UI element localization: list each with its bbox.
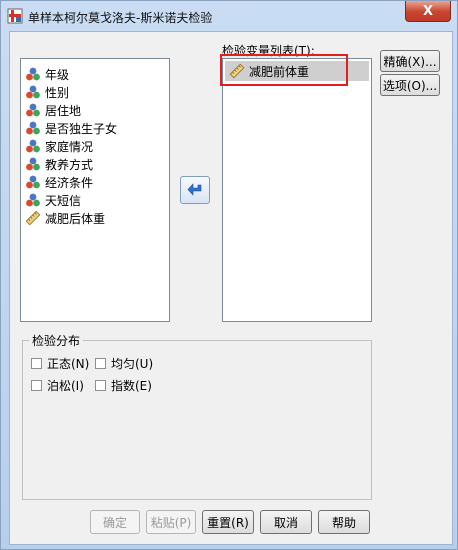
help-button[interactable]: 帮助 [318,510,370,534]
options-button-label: 选项(O)... [382,78,438,93]
list-item-label: 是否独生子女 [45,121,118,136]
close-icon: X [422,3,434,19]
list-item-label: 教养方式 [45,157,94,172]
nominal-variable-icon [26,175,40,189]
list-item[interactable]: 性别 [25,83,69,101]
checkbox-label: 正态(N) [47,357,90,371]
source-variable-list[interactable]: 年级 性别 居住地 是否独生子女 家庭情况 教养方式 经济条件 天短信 减肥后体… [20,58,170,322]
list-item-label: 天短信 [45,193,82,208]
spss-app-icon [7,8,23,24]
group-title: 检验分布 [29,332,84,349]
checkbox-label: 指数(E) [111,379,152,393]
nominal-variable-icon [26,67,40,81]
list-item-label: 家庭情况 [45,139,94,154]
checkbox-box [95,358,106,369]
nominal-variable-icon [26,121,40,135]
list-item[interactable]: 天短信 [25,191,81,209]
nominal-variable-icon [26,139,40,153]
list-item-label: 性别 [45,85,70,100]
list-item[interactable]: 是否独生子女 [25,119,117,137]
uniform-checkbox[interactable]: 均匀(U) [95,355,153,372]
paste-button-label: 粘贴(P) [150,515,192,530]
help-button-label: 帮助 [331,515,356,530]
nominal-variable-icon [26,157,40,171]
list-item-label: 年级 [45,67,70,82]
nominal-variable-icon [26,193,40,207]
scale-variable-icon [25,210,41,226]
options-button[interactable]: 选项(O)... [380,74,440,96]
checkbox-box [31,358,42,369]
paste-button[interactable]: 粘贴(P) [146,510,196,534]
ok-button-label: 确定 [102,515,127,530]
checkbox-box [95,380,106,391]
checkbox-label: 均匀(U) [111,357,154,371]
list-item[interactable]: 教养方式 [25,155,93,173]
list-item[interactable]: 家庭情况 [25,137,93,155]
poisson-checkbox[interactable]: 泊松(I) [31,377,84,394]
checkbox-box [31,380,42,391]
cancel-button[interactable]: 取消 [260,510,312,534]
title-bar: 单样本柯尔莫戈洛夫-斯米诺夫检验 X [1,1,457,31]
exponential-checkbox[interactable]: 指数(E) [95,377,152,394]
reset-button[interactable]: 重置(R) [202,510,254,534]
move-variable-button[interactable] [180,176,210,204]
highlight-box [220,54,348,86]
test-distribution-group: 检验分布 正态(N) 均匀(U) 泊松(I) 指数(E) [22,332,372,500]
list-item[interactable]: 减肥后体重 [25,209,105,227]
list-item[interactable]: 经济条件 [25,173,93,191]
nominal-variable-icon [26,85,40,99]
exact-button-label: 精确(X)... [383,54,437,69]
ok-button[interactable]: 确定 [90,510,140,534]
test-variable-list[interactable]: 减肥前体重 [222,58,372,322]
normal-checkbox[interactable]: 正态(N) [31,355,89,372]
list-item-label: 减肥后体重 [45,211,106,226]
dialog-body: 年级 性别 居住地 是否独生子女 家庭情况 教养方式 经济条件 天短信 减肥后体… [9,31,453,545]
nominal-variable-icon [26,103,40,117]
list-item-label: 居住地 [45,103,82,118]
list-item[interactable]: 年级 [25,65,69,83]
list-item[interactable]: 居住地 [25,101,81,119]
window-title: 单样本柯尔莫戈洛夫-斯米诺夫检验 [28,11,213,25]
reset-button-label: 重置(R) [207,515,249,530]
checkbox-label: 泊松(I) [47,379,84,393]
close-button[interactable]: X [405,1,451,22]
cancel-button-label: 取消 [273,515,298,530]
list-item-label: 经济条件 [45,175,94,190]
exact-button[interactable]: 精确(X)... [380,50,440,72]
arrow-left-icon [187,183,202,196]
dialog-window: 单样本柯尔莫戈洛夫-斯米诺夫检验 X 年级 性别 居住地 是否独生子女 家庭情况… [0,0,458,550]
